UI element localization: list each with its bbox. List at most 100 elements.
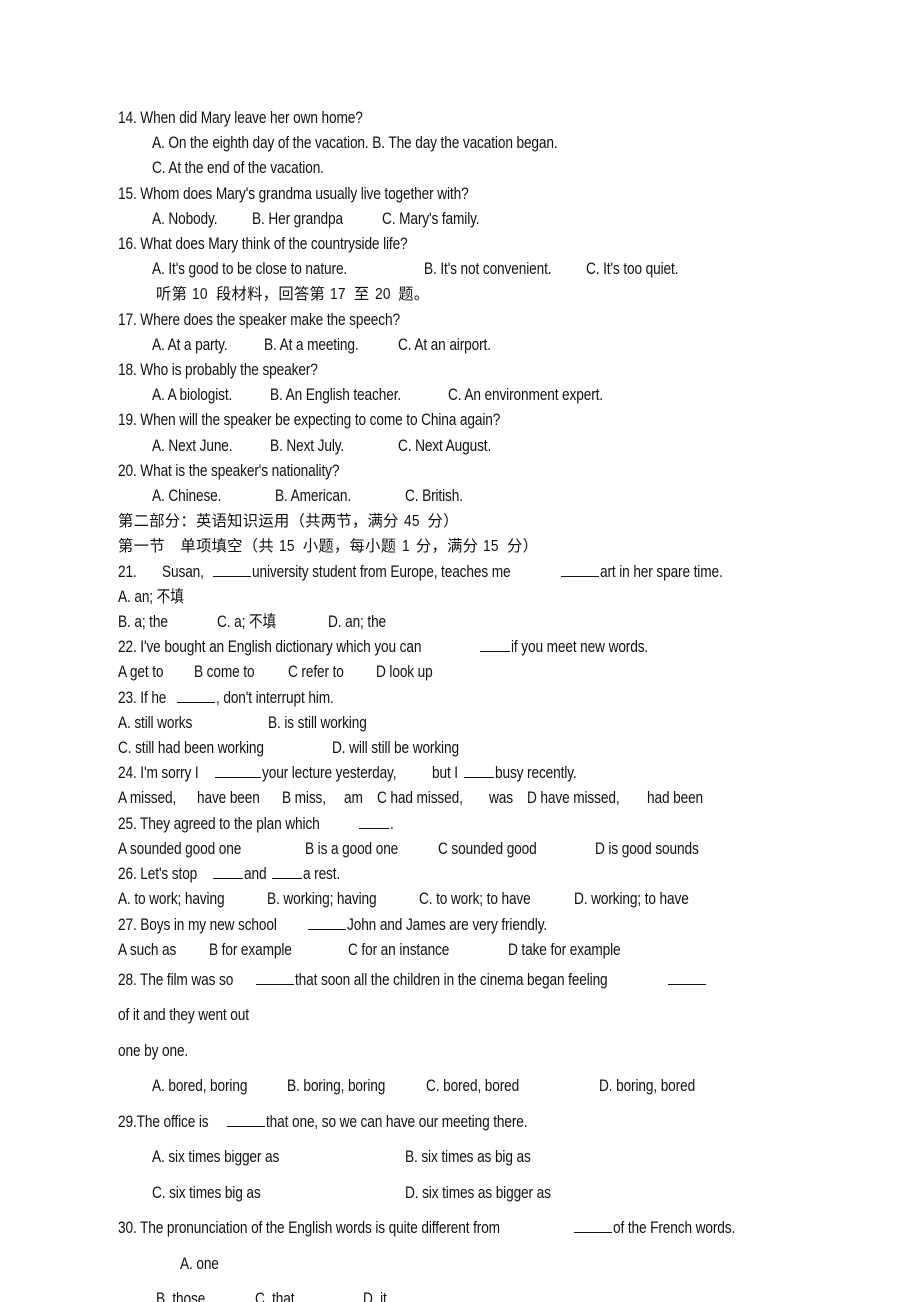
question-17-stem-text: 17. Where does the speaker make the spee…: [118, 310, 400, 329]
question-24-blank-2: [463, 763, 494, 779]
question-30-stem: 30. The pronunciation of the English wor…: [118, 1211, 818, 1282]
question-20-stem: 20. What is the speaker's nationality?: [118, 459, 818, 484]
question-19-option-c: C. Next August.: [398, 436, 492, 455]
question-25-blank-1: [359, 813, 390, 829]
question-30-option-c: C. that: [254, 1290, 295, 1302]
question-27-stem: 27. Boys in my new school John and James …: [118, 913, 818, 938]
question-29-option-c: C. six times big as: [152, 1183, 261, 1202]
question-23-option-b: B. is still working: [268, 713, 368, 732]
question-29-stem: 29.The office is that one, so we can have…: [118, 1105, 818, 1141]
question-27-options: A such as B for example C for an instance D…: [118, 938, 818, 963]
listening-directive-part-1: 听第: [156, 285, 188, 304]
question-19-option-b: B. Next July.: [269, 436, 344, 455]
question-25-option-c: C sounded good: [437, 839, 537, 858]
part-two-header-text-b: 分）: [427, 512, 459, 531]
question-30-option-d: D. it: [363, 1290, 388, 1302]
question-20-options: A. Chinese. B. American. C. British.: [118, 484, 818, 509]
question-22-option-b: B come to: [194, 663, 255, 682]
question-24-stem-part-a: 24. I'm sorry I: [118, 764, 199, 783]
questions-28-to-30-block: 28. The film was so that soon all the chi…: [118, 963, 818, 1302]
question-18-option-c: C. An environment expert.: [447, 386, 603, 405]
listening-directive-part-2: 段材料，回答第: [215, 285, 326, 304]
question-28-stem-line-1: 28. The film was so that soon all the chi…: [118, 963, 818, 1034]
question-14-options-line-2: C. At the end of the vacation.: [118, 156, 818, 181]
question-21-stem-part-c: university student from Europe, teaches …: [251, 562, 511, 581]
question-15-options: A. Nobody. B. Her grandpa C. Mary's family…: [118, 207, 818, 232]
question-25-option-b: B is a good one: [304, 839, 398, 858]
question-16-options: A. It's good to be close to nature. B. It…: [118, 257, 818, 282]
question-25-stem-part-a: 25. They agreed to the plan which: [118, 814, 320, 833]
question-21-option-d: D. an; the: [327, 613, 386, 632]
question-27-stem-part-b: John and James are very friendly.: [347, 915, 548, 934]
question-14-options-line-1: A. On the eighth day of the vacation. B.…: [118, 131, 818, 156]
question-29-stem-part-a: 29.The office is: [118, 1112, 209, 1131]
question-26-stem-part-b: and: [244, 865, 267, 884]
section-one-total-points: 15: [483, 538, 500, 556]
listening-directive-part-4: 题。: [398, 285, 430, 304]
question-22-options: A get to B come to C refer to D look up: [118, 660, 818, 685]
question-15-option-b: B. Her grandpa: [251, 209, 343, 228]
question-23-stem-part-b: , don't interrupt him.: [215, 688, 334, 707]
question-24-options: A missed, have been B miss, am C had missed,…: [118, 786, 818, 811]
listening-directive-number-1: 10: [192, 286, 209, 304]
question-23-blank-1: [176, 687, 215, 703]
question-22-option-d: D look up: [376, 663, 434, 682]
listening-directive-number-2: 17: [330, 286, 347, 304]
question-29-stem-part-b: that one, so we can have our meeting the…: [265, 1112, 528, 1131]
section-one-header-text-b: 小题，每小题: [302, 537, 397, 556]
question-15-stem: 15. Whom does Mary's grandma usually liv…: [118, 182, 818, 207]
question-25-stem-part-b: .: [390, 814, 394, 833]
question-30-option-b: B. those: [156, 1290, 206, 1302]
question-19-options: A. Next June. B. Next July. C. Next August…: [118, 434, 818, 459]
question-17-option-a: A. At a party.: [152, 335, 228, 354]
question-30-option-a: A. one: [180, 1254, 219, 1273]
section-one-header-text-a: 第一节 单项填空（共: [118, 537, 274, 556]
question-28-option-a: A. bored, boring: [152, 1077, 248, 1096]
question-20-option-a: A. Chinese.: [152, 487, 222, 506]
question-14-stem: 14. When did Mary leave her own home?: [118, 106, 818, 131]
question-29-options-line-2: C. six times big as D. six times as bigge…: [118, 1176, 818, 1212]
question-28-option-b: B. boring, boring: [287, 1077, 386, 1096]
question-27-option-d: D take for example: [508, 940, 621, 959]
question-29-options-line-1: A. six times bigger as B. six times as bi…: [118, 1140, 818, 1176]
question-14-stem-text: 14. When did Mary leave her own home?: [118, 109, 363, 127]
question-18-option-b: B. An English teacher.: [269, 386, 401, 405]
question-22-option-c: C refer to: [287, 663, 344, 682]
question-25-options: A sounded good one B is a good one C sound…: [118, 837, 818, 862]
question-19-option-a: A. Next June.: [152, 436, 233, 455]
question-24-stem-part-d: busy recently.: [494, 764, 577, 783]
section-one-points-per-question: 1: [401, 538, 410, 556]
question-19-stem: 19. When will the speaker be expecting t…: [118, 408, 818, 433]
question-21-stem-part-b: Susan,: [162, 562, 205, 581]
question-23-option-c: C. still had been working: [118, 739, 264, 758]
question-15-option-c: C. Mary's family.: [382, 209, 480, 228]
question-23-options-line-2: C. still had been working D. will still b…: [118, 736, 818, 761]
question-29-option-d: D. six times as bigger as: [405, 1183, 552, 1202]
question-14-options-line-1-text: A. On the eighth day of the vacation. B.…: [152, 134, 558, 153]
question-17-stem: 17. Where does the speaker make the spee…: [118, 308, 818, 333]
part-two-header: 第二部分：英语知识运用（共两节，满分 45 分）: [118, 509, 818, 534]
question-26-option-b: B. working; having: [266, 890, 377, 909]
question-18-options: A. A biologist. B. An English teacher. C. …: [118, 383, 818, 408]
question-28-option-d: D. boring, bored: [599, 1077, 696, 1096]
question-21-stem: 21. Susan, university student from Europe,…: [118, 560, 818, 610]
question-28-stem-part-d: one by one.: [118, 1041, 189, 1060]
exam-paper-page: 14. When did Mary leave her own home? A.…: [0, 0, 920, 1302]
question-29-option-b: B. six times as big as: [405, 1148, 532, 1167]
question-30-stem-part-a: 30. The pronunciation of the English wor…: [118, 1219, 500, 1238]
question-22-stem-part-a: 22. I've bought an English dictionary wh…: [118, 638, 422, 657]
question-21-number: 21.: [118, 562, 137, 581]
question-16-stem: 16. What does Mary think of the countrys…: [118, 232, 818, 257]
question-26-stem-part-c: a rest.: [302, 865, 341, 884]
question-27-option-c: C for an instance: [347, 940, 449, 959]
question-23-stem-part-a: 23. If he: [118, 688, 167, 707]
question-21-options-line-2: B. a; the C. a; 不填 D. an; the: [118, 610, 818, 635]
question-24-option-c-second: was: [488, 789, 513, 808]
question-21-blank-2: [560, 561, 599, 577]
question-26-stem-part-a: 26. Let's stop: [118, 865, 198, 884]
question-26-option-a: A. to work; having: [118, 890, 225, 909]
question-21-blank-1: [212, 561, 251, 577]
section-one-header-text-d: 分）: [507, 537, 539, 556]
question-14-options-line-2-text: C. At the end of the vacation.: [152, 159, 324, 178]
question-16-option-b: B. It's not convenient.: [424, 260, 552, 279]
